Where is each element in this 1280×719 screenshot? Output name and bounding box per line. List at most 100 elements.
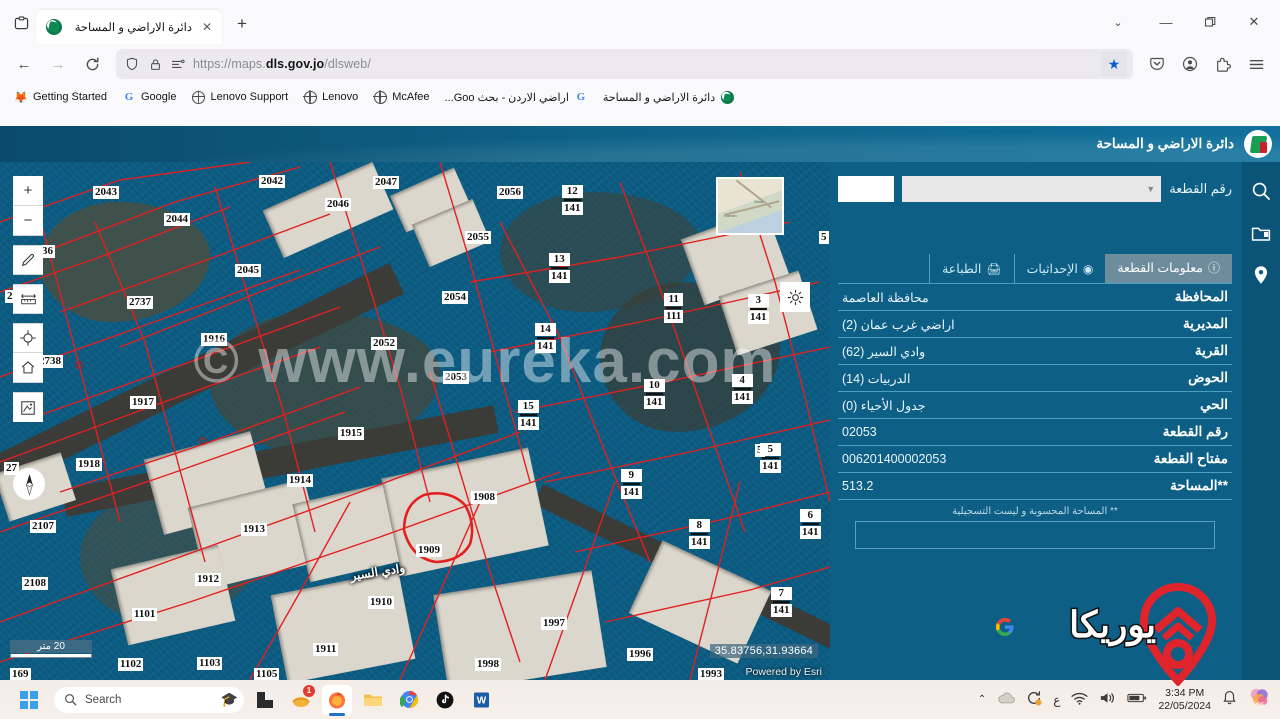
map-parcel-label: 2737	[127, 296, 153, 309]
measure-icon[interactable]	[13, 284, 43, 314]
address-bar[interactable]: https://maps.dls.gov.jo/dlsweb/ ★	[116, 49, 1133, 79]
map-attribution: Powered by Esri	[746, 666, 822, 678]
zoom-in-icon[interactable]: +	[13, 176, 43, 206]
bookmark-star-icon[interactable]: ★	[1101, 51, 1127, 77]
app-menu-icon[interactable]	[1240, 49, 1272, 79]
compass-north-icon[interactable]	[13, 468, 45, 500]
map-parcel-fraction: 6141	[800, 509, 821, 539]
windows-start-icon[interactable]	[14, 685, 44, 715]
account-icon[interactable]	[1174, 49, 1206, 79]
tab-print[interactable]: 🖨 الطباعة	[929, 254, 1014, 283]
map-parcel-label: 1914	[287, 474, 313, 487]
search-icon[interactable]	[1248, 178, 1274, 204]
battery-icon[interactable]	[1127, 692, 1147, 707]
basemap-brightness-icon[interactable]	[780, 282, 810, 312]
extensions-icon[interactable]	[1207, 49, 1239, 79]
dark-square-app-icon[interactable]	[250, 685, 280, 715]
map-parcel-label: 1909	[416, 544, 442, 557]
map-parcel-label: 1102	[118, 658, 143, 671]
bookmark-item[interactable]: 🦊 Getting Started	[8, 88, 113, 106]
bookmarks-bar: 🦊 Getting Started G Google Lenovo Suppor…	[0, 84, 1280, 110]
file-explorer-icon[interactable]	[358, 685, 388, 715]
word-icon[interactable]: W	[466, 685, 496, 715]
maximize-button[interactable]	[1188, 6, 1232, 38]
taskbar-search-box[interactable]: Search 🎓	[54, 687, 244, 713]
panel-action-button[interactable]	[855, 521, 1215, 549]
reload-button[interactable]	[76, 49, 108, 79]
fraction-denominator: 141	[689, 536, 710, 549]
parcel-info-table: المحافظةمحافظة العاصمةالمديريةاراضي غرب …	[838, 283, 1232, 500]
bookmark-item[interactable]: Lenovo Support	[185, 88, 294, 106]
web-page: دائرة الاراضي و المساحة	[0, 126, 1280, 680]
shield-icon[interactable]	[124, 56, 140, 72]
tab-coordinates[interactable]: ◉ الإحداثيات	[1014, 254, 1106, 283]
dls-icon	[720, 90, 734, 104]
copilot-label: PRE	[1253, 702, 1265, 708]
minimize-button[interactable]: —	[1144, 6, 1188, 38]
map-parcel-fraction: 5141	[760, 443, 781, 473]
map-parcel-fraction: 4141	[732, 374, 753, 404]
fraction-denominator: 141	[748, 311, 769, 324]
tab-parcel-info-label: معلومات القطعة	[1117, 261, 1203, 276]
tiktok-icon[interactable]	[430, 685, 460, 715]
map-canvas[interactable]: وادي السير 20432042204720462056204420552…	[0, 162, 830, 680]
bookmark-item[interactable]: دائرة الاراضي و المساحة	[597, 88, 740, 106]
browser-tab[interactable]: دائرة الاراضي و المساحة ✕	[36, 10, 222, 44]
bookmark-item[interactable]: G Google	[116, 88, 182, 106]
close-tab-icon[interactable]: ✕	[198, 18, 216, 36]
new-tab-button[interactable]: +	[228, 10, 256, 38]
draw-icon[interactable]	[13, 245, 43, 275]
tab-overflow-chevron-icon[interactable]: ⌄	[1092, 6, 1144, 38]
bookmark-item[interactable]: Lenovo	[297, 88, 364, 106]
parcel-search-input[interactable]	[838, 176, 894, 202]
svg-text:W: W	[476, 695, 486, 706]
map-parcel-label: 2044	[164, 213, 190, 226]
bookmark-item[interactable]: G اراضي الاردن - بحث Goo...	[439, 88, 594, 106]
parcel-info-key: القرية	[1195, 343, 1228, 359]
tab-coordinates-label: الإحداثيات	[1027, 261, 1078, 276]
language-indicator[interactable]: ع	[1053, 693, 1060, 707]
parcel-boundaries	[0, 162, 830, 680]
home-icon[interactable]	[13, 353, 43, 383]
lock-icon[interactable]	[147, 56, 163, 72]
layers-toggle-icon[interactable]	[13, 392, 43, 422]
parcel-info-key: مفتاح القطعة	[1154, 451, 1228, 467]
tab-parcel-info[interactable]: ⓘ معلومات القطعة	[1105, 254, 1232, 283]
parcel-search-dropdown[interactable]: ▼	[902, 176, 1161, 202]
locate-icon[interactable]	[13, 323, 43, 353]
wifi-icon[interactable]	[1071, 692, 1088, 708]
zoom-out-icon[interactable]: −	[13, 206, 43, 236]
map-parcel-label: 2043	[93, 186, 119, 199]
system-tray: ⌃ ع 3:34 PM 22/05/2024 PRE	[978, 687, 1280, 713]
chrome-icon[interactable]	[394, 685, 424, 715]
taskbar-clock[interactable]: 3:34 PM 22/05/2024	[1158, 687, 1211, 713]
bookmark-item[interactable]: McAfee	[367, 88, 435, 106]
tracking-protection-icon[interactable]	[170, 56, 186, 72]
forward-button[interactable]: →	[42, 49, 74, 79]
overview-map[interactable]: Kafrain Wadi	[716, 177, 784, 235]
tray-expand-chevron-icon[interactable]: ⌃	[978, 694, 986, 705]
panel-rail	[1242, 162, 1280, 680]
back-button[interactable]: ←	[8, 49, 40, 79]
parcel-info-row: الحوضالدربيات (14)	[838, 365, 1232, 392]
dls-logo	[1244, 130, 1272, 158]
map-parcel-label: 2107	[30, 520, 56, 533]
map-parcel-label: 2045	[235, 264, 261, 277]
copilot-icon[interactable]: PRE	[1248, 687, 1270, 712]
orange-app-icon[interactable]: 1	[286, 685, 316, 715]
sync-icon[interactable]	[1026, 690, 1042, 709]
location-pin-icon[interactable]	[1248, 262, 1274, 288]
fraction-numerator: 7	[771, 587, 792, 600]
layers-icon[interactable]	[1248, 220, 1274, 246]
volume-icon[interactable]	[1099, 691, 1116, 708]
notification-bell-icon[interactable]	[1222, 690, 1237, 709]
firefox-icon[interactable]	[322, 685, 352, 715]
map-parcel-fraction: 8141	[689, 519, 710, 549]
map-parcel-fraction: 12141	[562, 185, 583, 215]
map-parcel-label: 1105	[254, 668, 279, 680]
pocket-icon[interactable]	[1141, 49, 1173, 79]
list-all-tabs-icon[interactable]	[6, 8, 36, 38]
onedrive-icon[interactable]	[997, 692, 1015, 707]
close-window-button[interactable]: ✕	[1232, 6, 1276, 38]
fraction-numerator: 11	[664, 293, 683, 306]
